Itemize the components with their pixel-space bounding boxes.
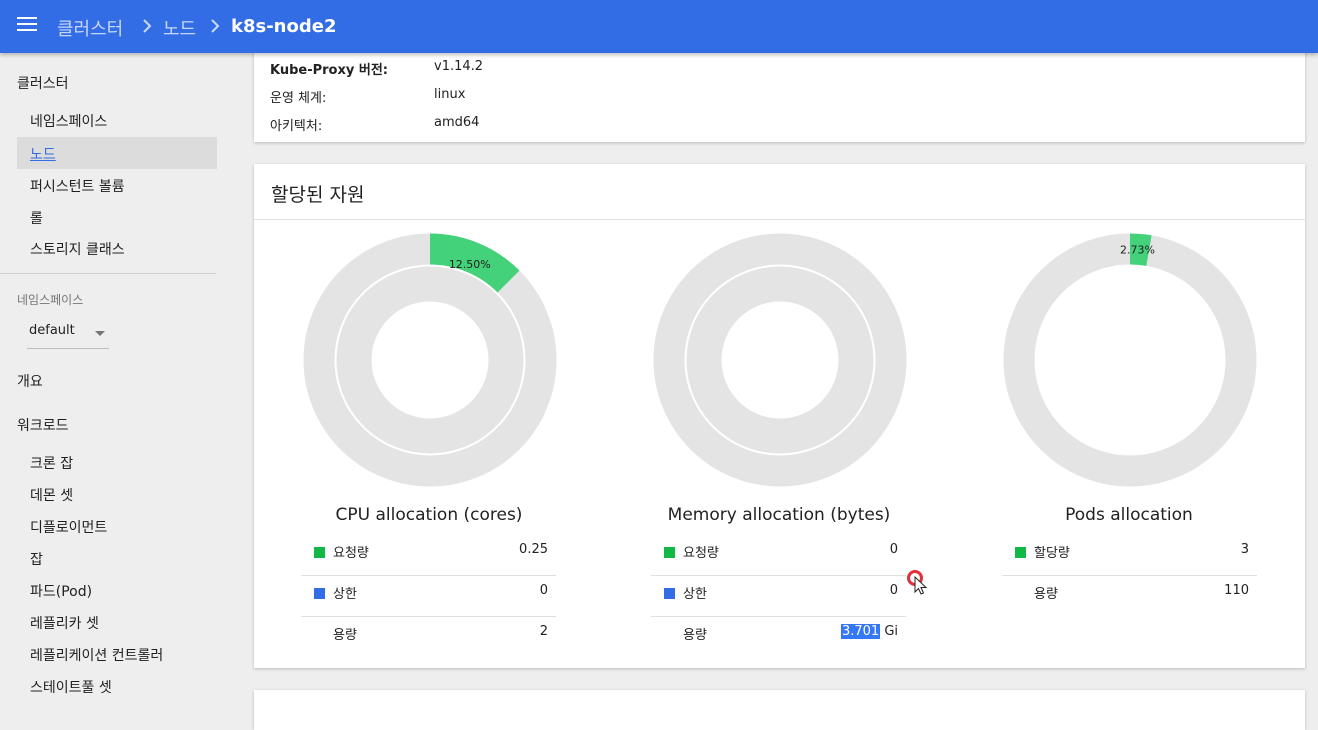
sidebar-item-label: 파드(Pod) — [30, 584, 93, 600]
sidebar-item-label: 디플로이먼트 — [30, 520, 108, 536]
legend-value: 3 — [1240, 542, 1249, 557]
donut-inner-track — [686, 266, 874, 454]
donut-outer-track — [1003, 233, 1257, 487]
breadcrumb-nodes[interactable]: 노드 — [163, 15, 196, 41]
legend-row-requests: 요청량 0 — [651, 534, 906, 576]
namespace-label: 네임스페이스 — [17, 293, 84, 307]
sidebar-item-label: 잡 — [30, 552, 43, 568]
sidebar-item-label: 네임스페이스 — [30, 114, 108, 130]
chevron-right-icon — [211, 19, 220, 33]
limits-swatch — [314, 588, 325, 599]
info-key: 아키텍처: — [270, 119, 323, 134]
legend-label: 할당량 — [1034, 546, 1070, 561]
sidebar-overview[interactable]: 개요 — [17, 371, 43, 391]
sidebar-item-replica-sets[interactable]: 레플리카 셋 — [17, 606, 217, 638]
info-key: 운영 체계: — [270, 91, 327, 106]
sidebar-cluster-heading[interactable]: 클러스터 — [17, 73, 69, 93]
legend-value: 110 — [1224, 583, 1249, 598]
limits-swatch — [664, 588, 675, 599]
donut-percent-label: 2.73% — [1120, 243, 1155, 256]
sidebar-item-label: 데몬 셋 — [30, 488, 74, 504]
menu-icon[interactable] — [17, 17, 37, 33]
sidebar-item-label: 노드 — [30, 147, 56, 163]
info-value: v1.14.2 — [434, 59, 484, 74]
legend-value: 0 — [889, 583, 898, 598]
legend-label: 상한 — [333, 587, 357, 602]
namespace-value: default — [29, 323, 75, 338]
legend-value: 3.701 Gi — [840, 624, 898, 639]
sidebar-item-label: 스테이트풀 셋 — [30, 680, 112, 696]
node-info-card: Kube-Proxy 버전: v1.14.2 운영 체계: linux 아키텍처… — [254, 40, 1305, 142]
legend-label: 요청량 — [683, 546, 719, 561]
namespace-select[interactable]: default — [27, 321, 109, 349]
info-value: linux — [434, 87, 466, 102]
requests-swatch — [1015, 547, 1026, 558]
sidebar-item-stateful-sets[interactable]: 스테이트풀 셋 — [17, 670, 217, 702]
info-key: Kube-Proxy 버전: — [270, 63, 388, 78]
legend-row-limits: 상한 0 — [301, 575, 556, 617]
card-title: 할당된 자원 — [271, 184, 365, 206]
unit-label: Gi — [884, 624, 898, 639]
selected-text[interactable]: 3.701 — [840, 624, 881, 639]
legend-row-limits: 상한 0 — [651, 575, 906, 617]
sidebar-item-label: 크론 잡 — [30, 456, 74, 472]
dropdown-caret-icon — [95, 331, 105, 336]
breadcrumb-cluster[interactable]: 클러스터 — [57, 15, 123, 41]
legend-label: 용량 — [1034, 587, 1058, 602]
chart-title: Memory allocation (bytes) — [667, 505, 891, 525]
legend-row-capacity: 용량 110 — [1002, 575, 1257, 616]
sidebar-item-deployments[interactable]: 디플로이먼트 — [17, 510, 217, 542]
sidebar-item-storage-classes[interactable]: 스토리지 클래스 — [17, 232, 217, 264]
sidebar-item-nodes[interactable]: 노드 — [17, 137, 217, 169]
sidebar-item-label: 퍼시스턴트 볼륨 — [30, 179, 125, 195]
sidebar-item-daemon-sets[interactable]: 데몬 셋 — [17, 478, 217, 510]
legend-value: 0.25 — [519, 542, 548, 557]
cpu-donut-chart: 12.50% — [303, 233, 557, 487]
chart-title: CPU allocation (cores) — [335, 505, 523, 525]
sidebar-divider — [0, 273, 216, 274]
mouse-cursor-icon — [907, 570, 927, 595]
legend-value: 0 — [889, 542, 898, 557]
sidebar-item-pods[interactable]: 파드(Pod) — [17, 574, 217, 606]
next-card — [254, 690, 1305, 730]
chevron-right-icon — [143, 19, 152, 33]
sidebar-item-persistent-volumes[interactable]: 퍼시스턴트 볼륨 — [17, 169, 217, 201]
donut-inner-track — [336, 266, 524, 454]
pods-donut-chart: 2.73% — [1003, 233, 1257, 487]
legend-row-requests: 요청량 0.25 — [301, 534, 556, 576]
card-divider — [254, 219, 1305, 220]
legend-row-capacity: 용량 3.701 Gi — [651, 616, 906, 657]
legend-label: 용량 — [683, 628, 707, 643]
sidebar-workloads-heading[interactable]: 워크로드 — [17, 415, 69, 435]
sidebar-item-label: 레플리카 셋 — [30, 616, 99, 632]
legend-label: 상한 — [683, 587, 707, 602]
sidebar-item-label: 레플리케이션 컨트롤러 — [30, 648, 164, 664]
sidebar: 클러스터 네임스페이스 노드 퍼시스턴트 볼륨 롤 스토리지 클래스 네임스페이… — [0, 53, 233, 708]
info-value: amd64 — [434, 115, 480, 130]
legend-label: 요청량 — [333, 546, 369, 561]
legend-row-allocated: 할당량 3 — [1002, 534, 1257, 576]
sidebar-item-namespaces[interactable]: 네임스페이스 — [17, 104, 217, 136]
legend-label: 용량 — [333, 628, 357, 643]
allocated-resources-card: 할당된 자원 12.50% CPU allocation (cores) 요청량… — [254, 164, 1305, 668]
sidebar-item-replication-controllers[interactable]: 레플리케이션 컨트롤러 — [17, 638, 217, 670]
legend-row-capacity: 용량 2 — [301, 616, 556, 657]
chart-title: Pods allocation — [1065, 505, 1193, 525]
sidebar-item-jobs[interactable]: 잡 — [17, 542, 217, 574]
donut-percent-label: 12.50% — [449, 258, 491, 271]
requests-swatch — [664, 547, 675, 558]
sidebar-item-cron-jobs[interactable]: 크론 잡 — [17, 446, 217, 478]
legend-value: 0 — [539, 583, 548, 598]
legend-value: 2 — [539, 624, 548, 639]
requests-swatch — [314, 547, 325, 558]
breadcrumb-current: k8s-node2 — [231, 16, 337, 37]
memory-donut-chart — [653, 233, 907, 487]
top-bar: 클러스터 노드 k8s-node2 — [0, 0, 1318, 53]
sidebar-item-label: 스토리지 클래스 — [30, 242, 125, 258]
sidebar-item-label: 롤 — [30, 211, 43, 227]
sidebar-item-roles[interactable]: 롤 — [17, 201, 217, 233]
